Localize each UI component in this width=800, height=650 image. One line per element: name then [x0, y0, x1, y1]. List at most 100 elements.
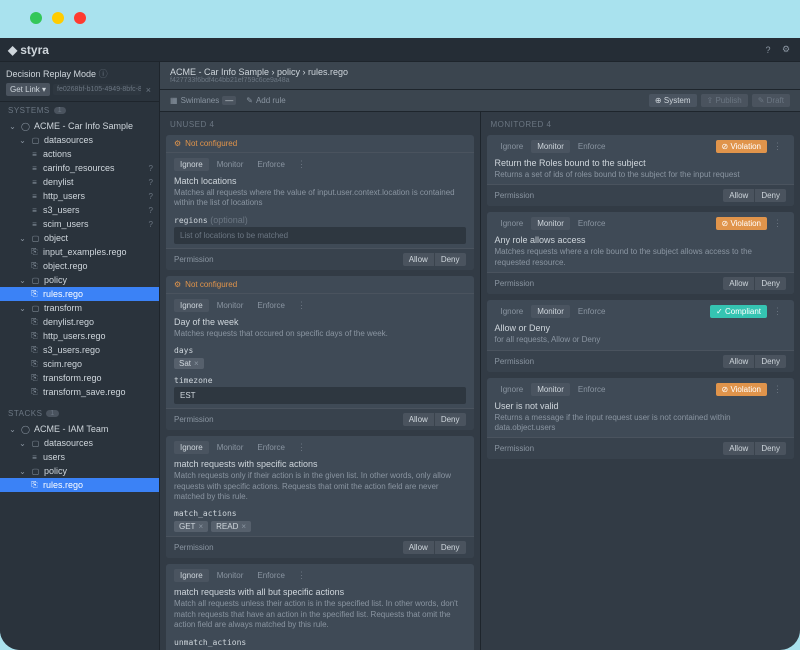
tree-node[interactable]: ≡actions	[0, 147, 159, 161]
tree-node[interactable]: ⌄▢policy	[0, 273, 159, 287]
rule-title: Allow or Deny	[487, 321, 795, 335]
allow-button[interactable]: Allow	[403, 253, 435, 266]
close-icon[interactable]: ×	[144, 85, 153, 95]
monitor-mode[interactable]: Monitor	[531, 217, 570, 230]
deny-button[interactable]: Deny	[435, 413, 466, 426]
close-icon[interactable]: ×	[198, 522, 203, 531]
tree-node[interactable]: ⎘input_examples.rego	[0, 245, 159, 259]
kebab-icon[interactable]: ⋮	[293, 442, 310, 453]
allow-button[interactable]: Allow	[723, 277, 755, 290]
allow-button[interactable]: Allow	[723, 442, 755, 455]
tree-node[interactable]: ⎘rules.rego	[0, 478, 159, 492]
field-input[interactable]: EST	[174, 387, 466, 404]
field-input[interactable]: List of locations to be matched	[174, 227, 466, 244]
monitor-mode[interactable]: Monitor	[531, 383, 570, 396]
tree-node[interactable]: ⎘http_users.rego	[0, 329, 159, 343]
system-button[interactable]: ⊕ System	[649, 94, 697, 107]
permission-label: Permission	[495, 191, 535, 200]
draft-button[interactable]: ✎ Draft	[752, 94, 790, 107]
tree-node[interactable]: ⌄◯ACME - IAM Team	[0, 422, 159, 436]
chip[interactable]: Sat ×	[174, 358, 204, 369]
enforce-mode[interactable]: Enforce	[572, 383, 612, 396]
link-hash[interactable]: fe0268bf-b105-4949-8bfc-8c7f5c7a8823	[53, 84, 141, 95]
kebab-icon[interactable]: ⋮	[769, 218, 786, 229]
deny-button[interactable]: Deny	[755, 277, 786, 290]
kebab-icon[interactable]: ⋮	[293, 159, 310, 170]
allow-button[interactable]: Allow	[723, 189, 755, 202]
chip[interactable]: GET ×	[174, 521, 208, 532]
kebab-icon[interactable]: ⋮	[293, 300, 310, 311]
help-icon[interactable]: ?	[762, 44, 774, 56]
enforce-mode[interactable]: Enforce	[251, 299, 291, 312]
gear-icon: ⚙	[174, 280, 181, 289]
field-label: regions	[174, 216, 208, 225]
close-icon[interactable]: ×	[241, 522, 246, 531]
tree-node[interactable]: ⌄▢object	[0, 231, 159, 245]
ignore-mode[interactable]: Ignore	[174, 569, 209, 582]
ignore-mode[interactable]: Ignore	[495, 217, 530, 230]
kebab-icon[interactable]: ⋮	[293, 570, 310, 581]
tree-node[interactable]: ⎘transform_save.rego	[0, 385, 159, 399]
tree-node[interactable]: ⎘transform.rego	[0, 371, 159, 385]
close-icon[interactable]: ×	[194, 359, 199, 368]
violation-badge: ⊘ Violation	[716, 140, 767, 153]
tree-node[interactable]: ≡denylist?	[0, 175, 159, 189]
rule-description: Returns a message if the input request u…	[487, 413, 795, 438]
rule-card: IgnoreMonitorEnforce⊘ Violation⋮Any role…	[487, 212, 795, 294]
tree-node[interactable]: ⌄▢policy	[0, 464, 159, 478]
enforce-mode[interactable]: Enforce	[251, 158, 291, 171]
tree-node[interactable]: ⎘scim.rego	[0, 357, 159, 371]
monitor-mode[interactable]: Monitor	[211, 299, 250, 312]
rule-description: Returns a set of ids of roles bound to t…	[487, 170, 795, 184]
tree-node[interactable]: ≡scim_users?	[0, 217, 159, 231]
enforce-mode[interactable]: Enforce	[572, 217, 612, 230]
publish-button[interactable]: ⇪ Publish	[701, 94, 748, 107]
ignore-mode[interactable]: Ignore	[174, 441, 209, 454]
tree-node[interactable]: ⎘object.rego	[0, 259, 159, 273]
logo: ◆ styra	[8, 43, 49, 57]
enforce-mode[interactable]: Enforce	[251, 441, 291, 454]
tree-node[interactable]: ≡http_users?	[0, 189, 159, 203]
tree-node[interactable]: ⎘denylist.rego	[0, 315, 159, 329]
deny-button[interactable]: Deny	[755, 189, 786, 202]
chip[interactable]: READ ×	[211, 521, 251, 532]
tree-node[interactable]: ⎘rules.rego	[0, 287, 159, 301]
help-icon[interactable]: ⓘ	[99, 69, 108, 79]
allow-button[interactable]: Allow	[403, 541, 435, 554]
swimlanes-toggle[interactable]: ▦ Swimlanes —	[170, 96, 236, 105]
kebab-icon[interactable]: ⋮	[769, 384, 786, 395]
allow-button[interactable]: Allow	[403, 413, 435, 426]
ignore-mode[interactable]: Ignore	[174, 299, 209, 312]
deny-button[interactable]: Deny	[755, 355, 786, 368]
tree-node[interactable]: ≡users	[0, 450, 159, 464]
monitor-mode[interactable]: Monitor	[531, 140, 570, 153]
monitor-mode[interactable]: Monitor	[211, 569, 250, 582]
tree-node[interactable]: ⎘s3_users.rego	[0, 343, 159, 357]
tree-node[interactable]: ⌄▢datasources	[0, 436, 159, 450]
kebab-icon[interactable]: ⋮	[769, 306, 786, 317]
tree-node[interactable]: ⌄▢datasources	[0, 133, 159, 147]
stacks-header: STACKS1	[0, 405, 159, 422]
enforce-mode[interactable]: Enforce	[251, 569, 291, 582]
deny-button[interactable]: Deny	[435, 253, 466, 266]
ignore-mode[interactable]: Ignore	[495, 305, 530, 318]
ignore-mode[interactable]: Ignore	[174, 158, 209, 171]
monitor-mode[interactable]: Monitor	[211, 158, 250, 171]
add-rule-button[interactable]: ✎ Add rule	[246, 96, 286, 105]
monitor-mode[interactable]: Monitor	[531, 305, 570, 318]
gear-icon[interactable]: ⚙	[780, 44, 792, 56]
deny-button[interactable]: Deny	[435, 541, 466, 554]
deny-button[interactable]: Deny	[755, 442, 786, 455]
enforce-mode[interactable]: Enforce	[572, 305, 612, 318]
ignore-mode[interactable]: Ignore	[495, 140, 530, 153]
tree-node[interactable]: ≡carinfo_resources?	[0, 161, 159, 175]
tree-node[interactable]: ⌄▢transform	[0, 301, 159, 315]
ignore-mode[interactable]: Ignore	[495, 383, 530, 396]
tree-node[interactable]: ≡s3_users?	[0, 203, 159, 217]
monitor-mode[interactable]: Monitor	[211, 441, 250, 454]
allow-button[interactable]: Allow	[723, 355, 755, 368]
tree-node[interactable]: ⌄◯ACME - Car Info Sample	[0, 119, 159, 133]
get-link-button[interactable]: Get Link ▾	[6, 83, 50, 96]
kebab-icon[interactable]: ⋮	[769, 141, 786, 152]
enforce-mode[interactable]: Enforce	[572, 140, 612, 153]
